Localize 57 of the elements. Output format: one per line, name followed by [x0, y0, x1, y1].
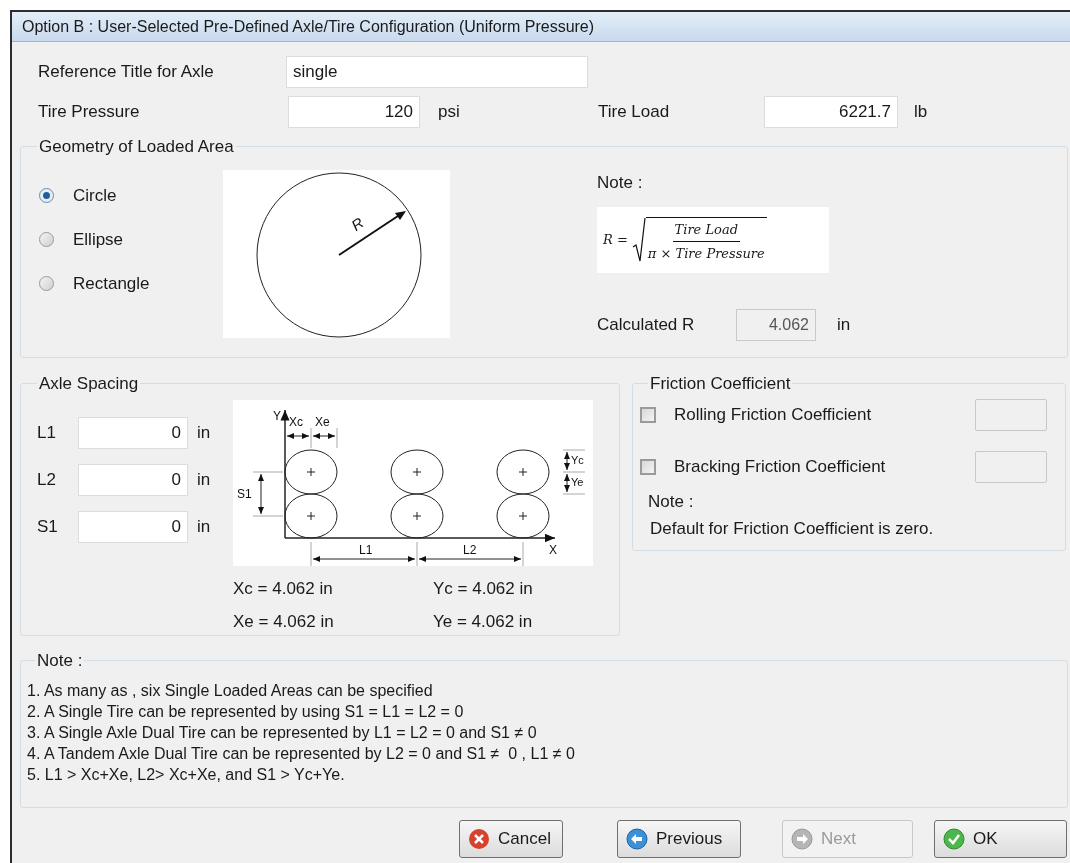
input-field[interactable] [975, 450, 1047, 483]
reference-title-field[interactable]: single [286, 56, 588, 88]
field-label: Tire Pressure [38, 101, 141, 124]
input-field[interactable]: 0 [78, 510, 188, 543]
tire-pressure-field[interactable]: 120 [288, 96, 420, 128]
radio-label: Rectangle [73, 272, 150, 295]
field-label: Tire Load [598, 101, 671, 124]
tire-load-field[interactable]: 6221.7 [764, 96, 898, 128]
note-text: 2. A Single Tire can be represented by using S1 = L1 = L2 = 0 [27, 701, 465, 722]
unit-label: lb [914, 101, 928, 124]
note-text: 1. As many as , six Single Loaded Areas can be specified [27, 680, 434, 701]
radio-label: Ellipse [73, 228, 124, 251]
cancel-button[interactable]: Cancel [459, 820, 563, 858]
dimension-text: Xc = 4.062 in [233, 577, 334, 600]
field-label: Reference Title for Axle [38, 61, 215, 84]
field-label: S1 [37, 515, 59, 538]
dimension-text: Yc = 4.062 in [433, 577, 534, 600]
formula: R = Tire Load π × Tire Pressure [597, 207, 829, 273]
radio-label: Circle [73, 184, 117, 207]
input-field[interactable]: 0 [78, 416, 188, 449]
group-title: Geometry of Loaded Area [38, 136, 235, 158]
circle-diagram: R [223, 169, 450, 338]
note-text: 5. L1 > Xc+Xe, L2> Xc+Xe, and S1 > Yc+Ye. [27, 764, 346, 785]
field-label: L2 [37, 468, 57, 491]
group-title: Friction Coefficient [649, 373, 792, 395]
field-label: Calculated R [597, 314, 696, 337]
checkbox[interactable] [640, 406, 656, 423]
note-text: 3. A Single Axle Dual Tire can be represented by L1 = L2 = 0 and S1 ≠ 0 [27, 722, 538, 743]
unit-label: psi [438, 101, 461, 124]
check-icon [943, 828, 965, 850]
window-title: Option B : User-Selected Pre-Defined Axle/Tire Configuration (Uniform Pressure) [22, 16, 595, 37]
unit-label: in [197, 468, 211, 491]
group-title: Note : [36, 650, 84, 672]
note-label: Note : [597, 171, 644, 194]
checkbox[interactable] [640, 458, 656, 475]
input-field[interactable] [975, 398, 1047, 431]
checkbox-label: Rolling Friction Coefficient [674, 403, 873, 426]
group-title: Axle Spacing [38, 373, 140, 395]
unit-label: in [197, 421, 211, 444]
note-label: Note : [648, 490, 695, 513]
ok-button[interactable]: OK [934, 820, 1067, 858]
radio-button[interactable] [39, 276, 54, 291]
dimension-text: Xe = 4.062 in [233, 611, 335, 633]
radio-button[interactable] [39, 188, 54, 203]
unit-label: in [197, 515, 211, 538]
field-label: L1 [37, 421, 57, 444]
previous-button[interactable]: Previous [617, 820, 741, 858]
checkbox-label: Bracking Friction Coefficient [674, 455, 887, 478]
radio-button[interactable] [39, 232, 54, 247]
axle-spacing-diagram: Y Xc Xe S1 Yc Ye L1 L2 X [233, 399, 593, 566]
input-field[interactable]: 0 [78, 463, 188, 496]
radical-sign-icon [631, 217, 646, 263]
note-text: Default for Friction Coefficient is zero. [650, 518, 935, 540]
close-icon [468, 828, 490, 850]
unit-label: in [837, 314, 851, 337]
dimension-text: Ye = 4.062 in [433, 611, 534, 633]
note-text: 4. A Tandem Axle Dual Tire can be represented by L2 = 0 and S1 ≠ 0 , L1 ≠ 0 [27, 743, 576, 764]
